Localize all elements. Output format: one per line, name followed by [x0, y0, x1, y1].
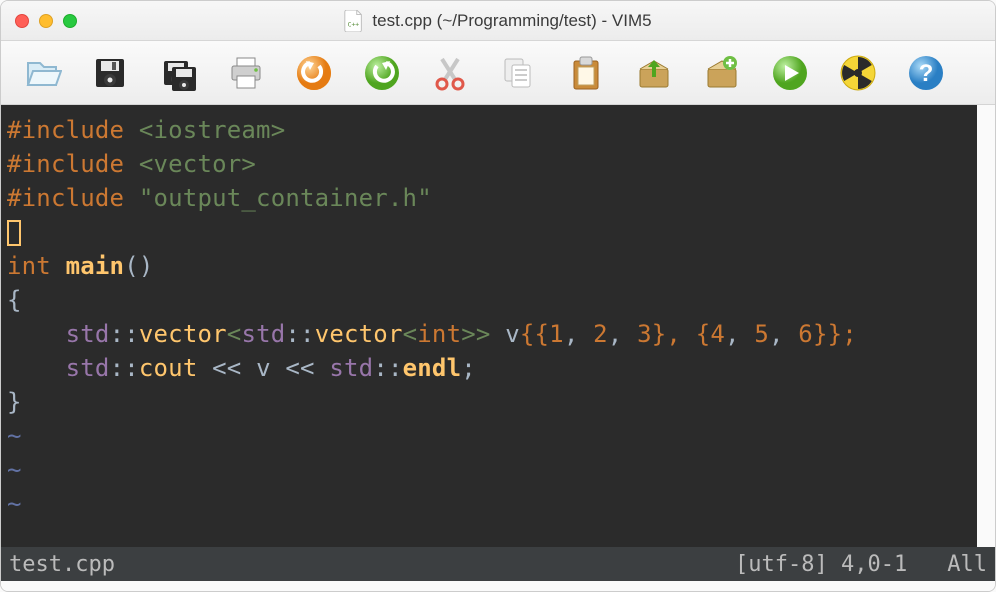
app-window: C++ test.cpp (~/Programming/test) - VIM5 — [0, 0, 996, 592]
print-button[interactable] — [223, 50, 269, 96]
editor-area: #include <iostream> #include <vector> #i… — [1, 105, 995, 547]
code-line: std::vector<std::vector<int>> v{{1, 2, 3… — [7, 317, 971, 351]
save-button[interactable] — [87, 50, 133, 96]
code-line — [7, 215, 971, 249]
redo-button[interactable] — [359, 50, 405, 96]
code-line: } — [7, 385, 971, 419]
zoom-window-button[interactable] — [63, 14, 77, 28]
cursor-block — [7, 220, 21, 246]
undo-button[interactable] — [291, 50, 337, 96]
paste-button[interactable] — [563, 50, 609, 96]
upload-button[interactable] — [631, 50, 677, 96]
svg-text:C++: C++ — [348, 20, 360, 28]
help-button[interactable]: ? — [903, 50, 949, 96]
status-position: 4,0-1 — [841, 552, 907, 577]
window-bottom-band — [1, 581, 995, 591]
code-line: #include "output_container.h" — [7, 181, 971, 215]
cut-button[interactable] — [427, 50, 473, 96]
copy-button[interactable] — [495, 50, 541, 96]
code-line: { — [7, 283, 971, 317]
vertical-scrollbar[interactable] — [977, 105, 995, 547]
run-button[interactable] — [767, 50, 813, 96]
toolbar: ? — [1, 41, 995, 105]
empty-line-tilde: ~ — [7, 487, 971, 521]
status-filename: test.cpp — [9, 552, 115, 577]
empty-line-tilde: ~ — [7, 453, 971, 487]
status-bar: test.cpp [utf-8] 4,0-1 All — [1, 547, 995, 581]
traffic-lights — [15, 14, 77, 28]
radiation-button[interactable] — [835, 50, 881, 96]
code-line: #include <iostream> — [7, 113, 971, 147]
cpp-file-icon: C++ — [344, 10, 364, 32]
code-line: std::cout << v << std::endl; — [7, 351, 971, 385]
code-line: int main() — [7, 249, 971, 283]
new-button[interactable] — [699, 50, 745, 96]
code-editor[interactable]: #include <iostream> #include <vector> #i… — [1, 105, 977, 547]
save-all-button[interactable] — [155, 50, 201, 96]
window-title: test.cpp (~/Programming/test) - VIM5 — [372, 11, 651, 31]
minimize-window-button[interactable] — [39, 14, 53, 28]
status-encoding: [utf-8] — [735, 552, 828, 577]
code-line: #include <vector> — [7, 147, 971, 181]
svg-text:?: ? — [919, 60, 934, 87]
open-button[interactable] — [19, 50, 65, 96]
status-scroll: All — [947, 552, 987, 577]
close-window-button[interactable] — [15, 14, 29, 28]
empty-line-tilde: ~ — [7, 419, 971, 453]
titlebar: C++ test.cpp (~/Programming/test) - VIM5 — [1, 1, 995, 41]
